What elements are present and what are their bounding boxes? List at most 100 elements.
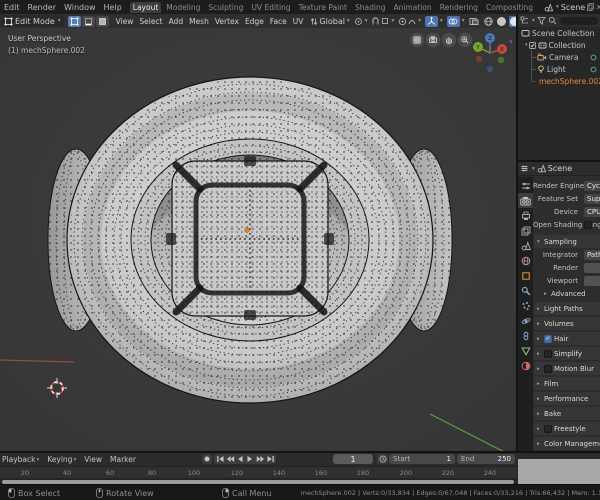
- collection-checkbox[interactable]: [528, 41, 536, 49]
- frame-start-field[interactable]: Start 1: [389, 454, 455, 464]
- render-engine-dropdown[interactable]: Cycles: [584, 180, 600, 191]
- feature-set-dropdown[interactable]: Supported: [584, 193, 600, 204]
- tab-particles[interactable]: [518, 298, 533, 313]
- section-motion-blur[interactable]: ▸ Motion Blur: [534, 362, 600, 375]
- tab-scene[interactable]: [518, 238, 533, 253]
- osl-checkbox[interactable]: [584, 220, 592, 229]
- gizmo-toggle[interactable]: ▾: [425, 15, 443, 27]
- tab-object[interactable]: [518, 268, 533, 283]
- previous-keyframe-button[interactable]: [225, 454, 235, 464]
- grid-view-button[interactable]: [409, 32, 425, 48]
- menu-mesh[interactable]: Mesh: [186, 17, 212, 26]
- properties-editor-icon[interactable]: [520, 164, 529, 173]
- tab-object-data[interactable]: [518, 343, 533, 358]
- menu-render[interactable]: Render: [24, 3, 60, 12]
- outliner-row-camera[interactable]: Camera: [518, 51, 600, 63]
- play-button[interactable]: [245, 454, 255, 464]
- tab-sculpting[interactable]: Sculpting: [205, 2, 246, 13]
- region-collapse-icon[interactable]: ‹: [509, 37, 513, 47]
- hair-checkbox[interactable]: ✓: [544, 334, 552, 343]
- menu-view[interactable]: View: [113, 17, 137, 26]
- outliner-row-light[interactable]: Light: [518, 63, 600, 75]
- tab-constraints[interactable]: [518, 328, 533, 343]
- record-button[interactable]: [202, 454, 212, 464]
- next-keyframe-button[interactable]: [255, 454, 265, 464]
- menu-view[interactable]: View: [80, 455, 106, 464]
- jump-to-end-button[interactable]: [265, 454, 275, 464]
- zoom-view-button[interactable]: [457, 32, 473, 48]
- render-samples-field[interactable]: [584, 262, 600, 273]
- integrator-dropdown[interactable]: Path Tracing: [584, 249, 600, 260]
- jump-to-start-button[interactable]: [215, 454, 225, 464]
- timeline-ruler[interactable]: 20 40 60 80 100 120 140 160 180 200 220 …: [0, 466, 600, 478]
- tab-view-layer[interactable]: [518, 223, 533, 238]
- search-icon[interactable]: [548, 16, 557, 25]
- vertex-select-button[interactable]: [67, 15, 81, 27]
- tab-uv-editing[interactable]: UV Editing: [248, 2, 293, 13]
- face-select-button[interactable]: [95, 15, 109, 27]
- motion-blur-checkbox[interactable]: [544, 364, 552, 373]
- menu-uv[interactable]: UV: [290, 17, 307, 26]
- tab-layout[interactable]: Layout: [129, 1, 162, 13]
- viewport-samples-field[interactable]: [584, 275, 600, 286]
- mode-dropdown[interactable]: Edit Mode ▾: [1, 15, 64, 27]
- pan-view-button[interactable]: [441, 32, 457, 48]
- section-bake[interactable]: ▸ Bake: [534, 407, 600, 420]
- edge-select-button[interactable]: [81, 15, 95, 27]
- tab-compositing[interactable]: Compositing: [483, 2, 536, 13]
- new-scene-icon[interactable]: [587, 3, 595, 11]
- outliner-row-collection[interactable]: ▾ Collection: [518, 39, 600, 51]
- tab-output[interactable]: [518, 208, 533, 223]
- menu-edit[interactable]: Edit: [0, 3, 24, 12]
- section-film[interactable]: ▸ Film: [534, 377, 600, 390]
- tab-world[interactable]: [518, 253, 533, 268]
- current-frame-field[interactable]: 1: [333, 454, 373, 464]
- expand-icon[interactable]: ▾: [525, 42, 528, 48]
- outliner-row-mechsphere[interactable]: mechSphere.002: [518, 75, 600, 87]
- orientation-dropdown[interactable]: Global ▾: [310, 17, 350, 26]
- section-light-paths[interactable]: ▸ Light Paths: [534, 302, 600, 315]
- simplify-checkbox[interactable]: [544, 349, 552, 358]
- display-mode-icon[interactable]: [520, 16, 529, 25]
- tab-modeling[interactable]: Modeling: [163, 2, 203, 13]
- menu-help[interactable]: Help: [100, 3, 126, 12]
- section-freestyle[interactable]: ▸ Freestyle: [534, 422, 600, 435]
- menu-add[interactable]: Add: [166, 17, 187, 26]
- outliner-row-scene-collection[interactable]: Scene Collection: [518, 27, 600, 39]
- section-hair[interactable]: ▸ ✓ Hair: [534, 332, 600, 345]
- menu-keying[interactable]: Keying ▾: [43, 455, 80, 464]
- xray-toggle[interactable]: [469, 17, 479, 26]
- delete-scene-icon[interactable]: [596, 4, 600, 10]
- menu-playback[interactable]: Playback ▾: [0, 455, 43, 464]
- device-dropdown[interactable]: CPU: [584, 206, 600, 217]
- section-color-management[interactable]: ▸ Color Management: [534, 437, 600, 450]
- tab-physics[interactable]: [518, 313, 533, 328]
- outliner-search-input[interactable]: [559, 16, 598, 25]
- tab-modifiers[interactable]: [518, 283, 533, 298]
- tab-shading[interactable]: Shading: [352, 2, 388, 13]
- menu-face[interactable]: Face: [267, 17, 290, 26]
- render-visibility-icon[interactable]: [590, 54, 597, 61]
- menu-select[interactable]: Select: [136, 17, 165, 26]
- snap-toggle[interactable]: ▾: [371, 16, 394, 26]
- solid-shading-button[interactable]: [496, 16, 508, 27]
- section-simplify[interactable]: ▸ Simplify: [534, 347, 600, 360]
- menu-marker[interactable]: Marker: [106, 455, 140, 464]
- tab-rendering[interactable]: Rendering: [437, 2, 481, 13]
- freestyle-checkbox[interactable]: [544, 424, 552, 433]
- viewport-canvas[interactable]: Z Y X ‹ User Perspective (1) mechSphere.…: [0, 28, 516, 451]
- tab-tool[interactable]: [518, 178, 533, 193]
- menu-vertex[interactable]: Vertex: [212, 17, 242, 26]
- section-performance[interactable]: ▸ Performance: [534, 392, 600, 405]
- menu-window[interactable]: Window: [60, 3, 100, 12]
- frame-end-field[interactable]: End 250: [457, 454, 515, 464]
- section-sampling[interactable]: ▾ Sampling: [534, 235, 600, 248]
- render-visibility-icon[interactable]: [590, 66, 597, 73]
- tab-material[interactable]: [518, 358, 533, 373]
- menu-edge[interactable]: Edge: [242, 17, 267, 26]
- tab-texture-paint[interactable]: Texture Paint: [296, 2, 350, 13]
- section-advanced[interactable]: ▸ Advanced: [534, 287, 600, 300]
- tab-render[interactable]: [518, 193, 533, 208]
- pivot-point-dropdown[interactable]: ▾: [354, 17, 367, 26]
- scene-selector[interactable]: ▾ Scene: [544, 3, 600, 12]
